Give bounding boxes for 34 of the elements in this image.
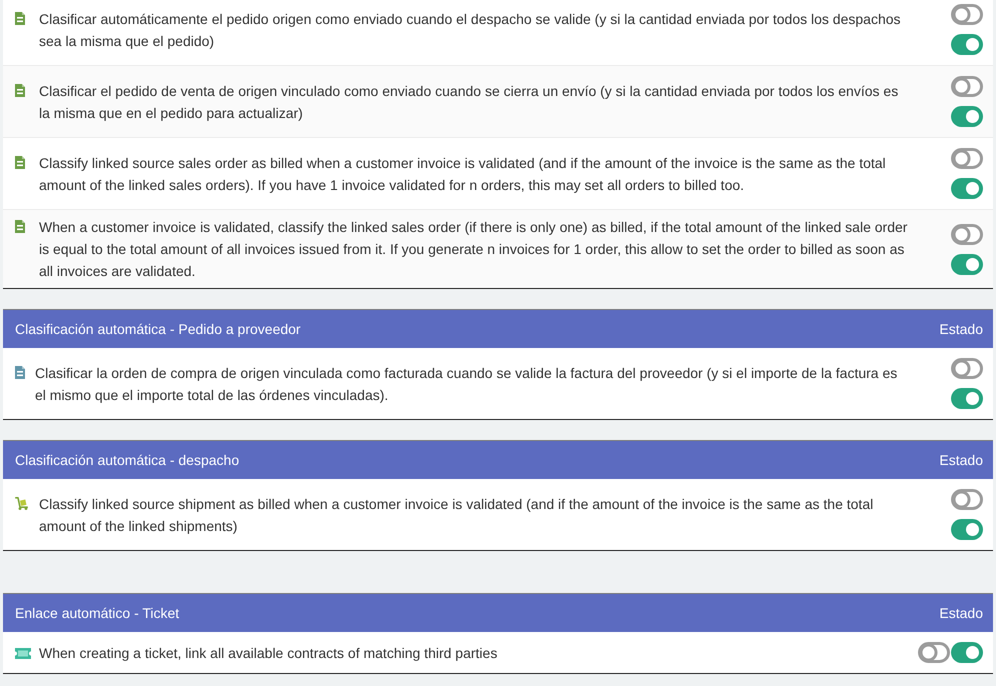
- toggle-switch[interactable]: [951, 148, 983, 169]
- setting-description: When creating a ticket, link all available contracts of matching third parties: [39, 644, 498, 660]
- column-header: Estado: [939, 320, 983, 339]
- document-icon: [15, 84, 25, 96]
- toggle-switch[interactable]: [951, 642, 983, 663]
- section-title: Enlace automático - Ticket: [15, 604, 180, 623]
- toggle-switch[interactable]: [951, 489, 983, 510]
- document-icon: [15, 220, 25, 233]
- document-icon: [15, 156, 25, 168]
- column-header: Estado: [939, 451, 983, 470]
- toggle-switch[interactable]: [951, 224, 983, 244]
- toggle-switch[interactable]: [951, 34, 983, 55]
- toggle-switch[interactable]: [951, 106, 983, 127]
- setting-description: Clasificar el pedido de venta de origen vinculado como enviado cuando se cierra un envío (y si la cantidad enviada por todos los envíos es la misma que en el pedido para actualizar): [39, 82, 898, 120]
- setting-description: When a customer invoice is validated, classify the linked sales order (if there is only one) as billed, if the total amount of the linked sale order is equal to the total amount of all invoices issued from it. If you generate n invoices for 1 order, this allow to set the order to billed as soon as all invoices are validated.: [39, 219, 908, 279]
- toggle-switch[interactable]: [951, 388, 983, 409]
- setting-description: Clasificar automáticamente el pedido origen como enviado cuando el despacho se valide (y si la cantidad enviada por todos los despachos sea la misma que el pedido): [39, 10, 901, 48]
- toggle-switch[interactable]: [951, 76, 983, 97]
- toggle-switch[interactable]: [951, 4, 983, 25]
- setting-description: Classify linked source shipment as billed when a customer invoice is validated (and if the amount of the invoice is the same as the total amount of the linked shipments): [39, 496, 874, 534]
- column-header: Estado: [939, 604, 983, 623]
- toggle-switch[interactable]: [918, 642, 950, 663]
- ticket-icon: [15, 648, 31, 658]
- section-title: Clasificación automática - Pedido a proveedor: [15, 320, 301, 339]
- toggle-switch[interactable]: [951, 178, 983, 199]
- setting-description: Classify linked source sales order as billed when a customer invoice is validated (and if the amount of the invoice is the same as the total amount of the linked sales orders). If you have 1 invoice validated for n orders, this may set all orders to billed too.: [39, 154, 886, 192]
- section-title: Clasificación automática - despacho: [15, 451, 240, 470]
- toggle-switch[interactable]: [951, 519, 983, 540]
- toggle-switch[interactable]: [951, 358, 983, 379]
- setting-description: Clasificar la orden de compra de origen vinculada como facturada cuando se valide la factura del proveedor (y si el importe de la factura es el mismo que el importe total de las órdenes vinculadas).: [35, 364, 898, 402]
- toggle-switch[interactable]: [951, 254, 983, 274]
- hand-truck-icon: [15, 496, 28, 510]
- document-icon: [15, 12, 25, 24]
- document-icon: [15, 366, 25, 378]
